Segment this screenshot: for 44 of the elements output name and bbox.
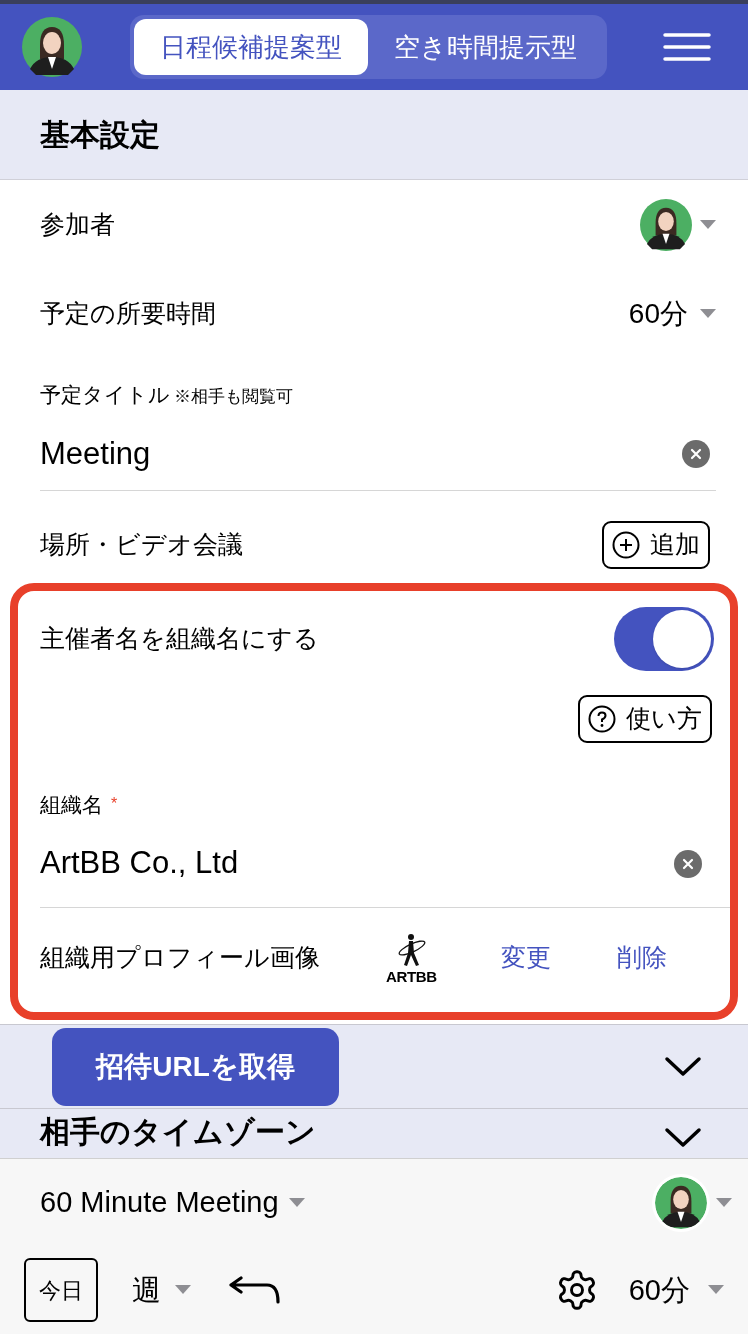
caret-icon: [175, 1285, 191, 1296]
org-logo: ARTBB: [386, 932, 437, 984]
invite-url-button[interactable]: 招待URLを取得: [52, 1028, 339, 1106]
avatar[interactable]: [22, 17, 82, 77]
help-icon: [588, 704, 616, 733]
caret-icon: [716, 1197, 732, 1208]
required-mark: *: [111, 794, 118, 815]
mode-tab[interactable]: 空き時間提示型: [368, 19, 603, 75]
field-label: 主催者名を組織名にする: [40, 622, 319, 654]
mode-tab[interactable]: 日程候補提案型: [134, 19, 368, 75]
add-button[interactable]: 追加: [602, 520, 710, 569]
field-label: 組織名: [40, 791, 103, 818]
chevron-down-icon[interactable]: [664, 1127, 702, 1149]
undo-icon[interactable]: [229, 1275, 281, 1306]
today-button[interactable]: 今日: [24, 1258, 98, 1323]
change-link[interactable]: 変更: [500, 939, 551, 977]
title-input[interactable]: Meeting: [40, 418, 716, 491]
caret-icon: [700, 220, 716, 230]
x-icon: [682, 857, 694, 870]
duration-selector[interactable]: 60分: [628, 1268, 690, 1312]
field-label: 予定の所要時間: [40, 298, 216, 330]
clear-button[interactable]: [674, 849, 702, 878]
plus-icon: [612, 530, 640, 559]
field-label: 予定タイトル: [40, 382, 170, 408]
caret-icon: [708, 1285, 724, 1296]
avatar[interactable]: [640, 199, 692, 251]
section-title: 基本設定: [40, 117, 160, 153]
field-note: ※相手も閲覧可: [174, 386, 293, 408]
delete-link[interactable]: 削除: [616, 939, 667, 977]
field-label: 組織用プロフィール画像: [40, 942, 320, 974]
section-title: 相手のタイムゾーン: [40, 1115, 316, 1149]
duration-value[interactable]: 60分: [628, 293, 688, 335]
caret-icon: [288, 1197, 305, 1208]
clear-button[interactable]: [682, 440, 710, 468]
chevron-down-icon[interactable]: [664, 1055, 702, 1078]
menu-icon[interactable]: [663, 32, 711, 62]
view-selector[interactable]: 週: [132, 1268, 161, 1312]
caret-icon: [700, 309, 716, 319]
field-label: 場所・ビデオ会議: [40, 528, 243, 560]
help-button[interactable]: 使い方: [578, 694, 712, 743]
org-name-input[interactable]: ArtBB Co., Ltd: [40, 820, 730, 908]
field-label: 参加者: [40, 209, 115, 241]
x-icon: [690, 448, 702, 460]
event-type-selector[interactable]: 60 Minute Meeting: [40, 1181, 279, 1225]
